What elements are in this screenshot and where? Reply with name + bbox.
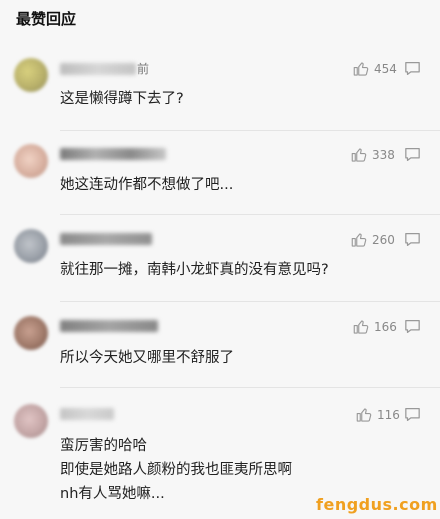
reply-icon[interactable] (404, 147, 421, 162)
username[interactable]: 前 (60, 60, 149, 77)
username[interactable] (60, 231, 153, 246)
avatar[interactable] (14, 404, 48, 438)
comment-text: 就往那一摊，南韩小龙虾真的没有意见吗? (60, 262, 329, 278)
avatar[interactable] (14, 144, 48, 178)
divider (60, 387, 440, 388)
watermark: fengdus.com (316, 495, 438, 514)
reply-icon[interactable] (404, 232, 421, 247)
thumbs-up-icon (356, 408, 372, 422)
divider (60, 214, 440, 215)
reply-icon[interactable] (404, 319, 421, 334)
comment-text: 蛮厉害的哈哈 (60, 438, 147, 454)
comment-text: 这是懒得蹲下去了? (60, 91, 184, 107)
avatar[interactable] (14, 58, 48, 92)
reply-icon[interactable] (404, 61, 421, 76)
like-count: 116 (377, 408, 400, 422)
comment-text: 所以今天她又哪里不舒服了 (60, 350, 234, 366)
like-button[interactable]: 116 (355, 406, 400, 424)
thumbs-up-icon (351, 233, 367, 247)
section-title: 最赞回应 (16, 10, 77, 28)
username[interactable] (60, 318, 159, 333)
thumbs-up-icon (353, 320, 369, 334)
like-button[interactable]: 166 (352, 318, 397, 336)
avatar[interactable] (14, 229, 48, 263)
like-button[interactable]: 338 (350, 146, 395, 164)
divider (60, 130, 440, 131)
like-button[interactable]: 260 (350, 231, 395, 249)
username[interactable] (60, 406, 115, 421)
like-button[interactable]: 454 (352, 60, 397, 78)
avatar[interactable] (14, 316, 48, 350)
thumbs-up-icon (353, 62, 369, 76)
comment-text: nh有人骂她嘛... (60, 486, 165, 502)
comment-text: 即使是她路人颜粉的我也匪夷所思啊 (60, 462, 292, 478)
like-count: 260 (372, 233, 395, 247)
like-count: 338 (372, 148, 395, 162)
like-count: 166 (374, 320, 397, 334)
thumbs-up-icon (351, 148, 367, 162)
divider (60, 301, 440, 302)
username[interactable] (60, 146, 167, 161)
reply-icon[interactable] (404, 407, 421, 422)
like-count: 454 (374, 62, 397, 76)
timestamp: 前 (137, 62, 150, 76)
comment-text: 她这连动作都不想做了吧... (60, 177, 234, 193)
